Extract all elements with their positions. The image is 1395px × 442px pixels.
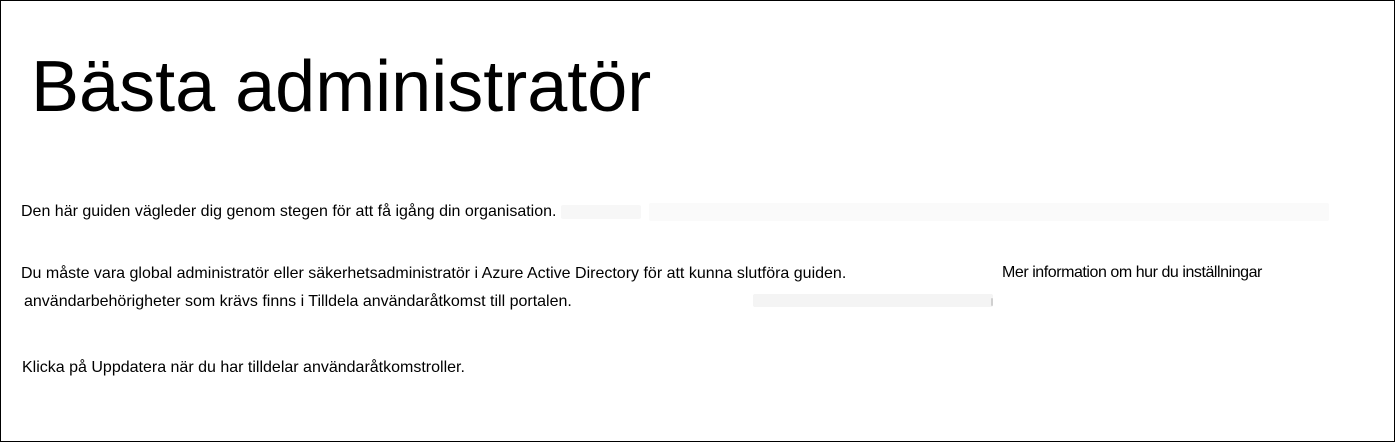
faded-text-remnant	[753, 294, 993, 307]
requirement-text-continued: användarbehörigheter som krävs finns i T…	[24, 293, 572, 310]
intro-text: Den här guiden vägleder dig genom stegen…	[21, 203, 557, 220]
page-title: Bästa administratör	[31, 47, 652, 127]
welcome-panel: Bästa administratör Den här guiden vägle…	[0, 0, 1395, 442]
faded-text-remnant	[649, 203, 1329, 221]
faded-text-remnant	[561, 205, 641, 219]
refresh-hint-text: Klicka på Uppdatera när du har tilldelar…	[22, 359, 465, 376]
requirement-text: Du måste vara global administratör eller…	[21, 265, 847, 282]
faded-text-remnant	[991, 298, 993, 306]
more-info-text: Mer information om hur du inställningar	[1002, 264, 1262, 281]
